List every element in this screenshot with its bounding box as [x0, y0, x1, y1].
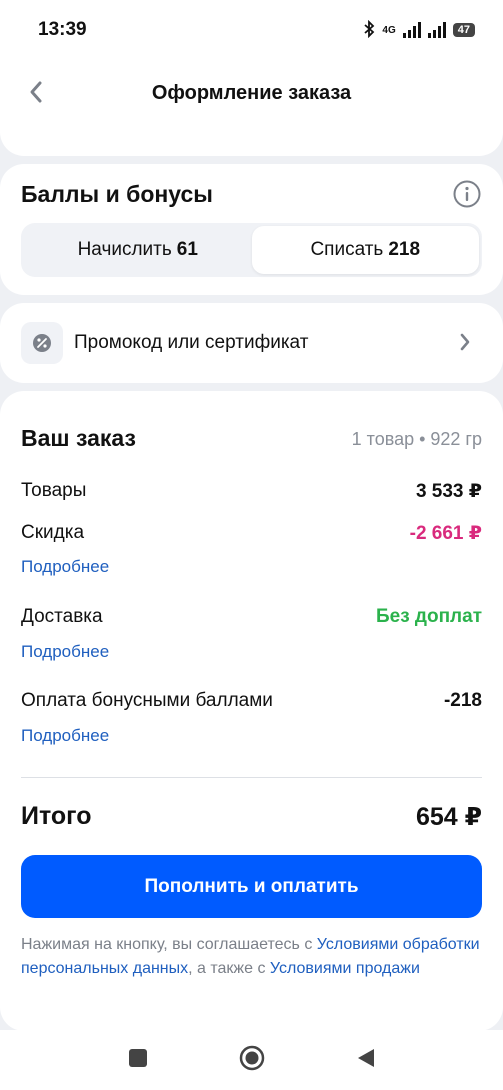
delivery-value: Без доплат — [375, 606, 482, 627]
accrue-value: 61 — [176, 239, 198, 260]
discount-value: -2 661 ₽ — [409, 523, 482, 544]
goods-label: Товары — [21, 480, 87, 501]
info-icon[interactable] — [452, 179, 482, 209]
accrue-label: Начислить — [77, 239, 172, 260]
square-icon — [128, 1048, 148, 1073]
legal-text-1: Нажимая на кнопку, вы соглашаетесь с — [21, 936, 317, 953]
bluetooth-icon — [363, 19, 375, 41]
status-bar: 13:39 4G 47 — [0, 0, 503, 60]
divider — [21, 777, 482, 778]
bonus-payment-value: -218 — [443, 690, 482, 711]
app-header: Оформление заказа — [0, 60, 503, 156]
order-summary-card: Ваш заказ 1 товар • 922 гр Товары 3 533 … — [0, 391, 503, 1031]
spend-value: 218 — [388, 239, 421, 260]
bonus-title: Баллы и бонусы — [21, 181, 213, 207]
discount-percent-icon — [21, 322, 63, 364]
total-label: Итого — [21, 802, 92, 830]
discount-details-link[interactable]: Подробнее — [21, 557, 109, 577]
order-meta: 1 товар • 922 гр — [351, 429, 482, 449]
signal-icon — [402, 22, 421, 38]
total-value: 654 ₽ — [415, 803, 482, 831]
home-circle-icon — [239, 1045, 265, 1076]
spend-label: Списать — [310, 239, 384, 260]
bonus-segmented-control: Начислить 61 Списать 218 — [21, 223, 482, 277]
status-icons: 4G 47 — [363, 19, 475, 41]
bonus-payment-details-link[interactable]: Подробнее — [21, 726, 109, 746]
delivery-label: Доставка — [21, 606, 103, 627]
home-button[interactable] — [237, 1045, 267, 1075]
sale-terms-link[interactable]: Условиями продажи — [270, 960, 420, 977]
promo-code-row[interactable]: Промокод или сертификат — [0, 303, 503, 383]
back-nav-button[interactable] — [351, 1045, 381, 1075]
bonus-payment-label: Оплата бонусными баллами — [21, 690, 273, 711]
battery-icon: 47 — [452, 23, 475, 37]
recent-apps-button[interactable] — [123, 1045, 153, 1075]
page-title: Оформление заказа — [151, 82, 352, 104]
top-up-and-pay-button[interactable]: Пополнить и оплатить — [21, 855, 482, 918]
system-nav-bar — [0, 1030, 503, 1090]
status-time: 13:39 — [38, 19, 87, 40]
tab-accrue-bonuses[interactable]: Начислить 61 — [24, 226, 252, 274]
goods-value: 3 533 ₽ — [415, 481, 482, 502]
legal-text-2: , а также с — [188, 960, 270, 977]
legal-notice: Нажимая на кнопку, вы соглашаетесь с Усл… — [21, 933, 483, 981]
chevron-right-icon — [458, 331, 472, 358]
tab-spend-bonuses[interactable]: Списать 218 — [251, 226, 479, 274]
signal-icon-2 — [427, 22, 446, 38]
network-type-label: 4G — [382, 24, 396, 36]
delivery-details-link[interactable]: Подробнее — [21, 642, 109, 662]
order-title: Ваш заказ — [21, 425, 136, 451]
discount-label: Скидка — [21, 522, 85, 543]
triangle-back-icon — [356, 1047, 376, 1074]
promo-label: Промокод или сертификат — [74, 332, 309, 353]
